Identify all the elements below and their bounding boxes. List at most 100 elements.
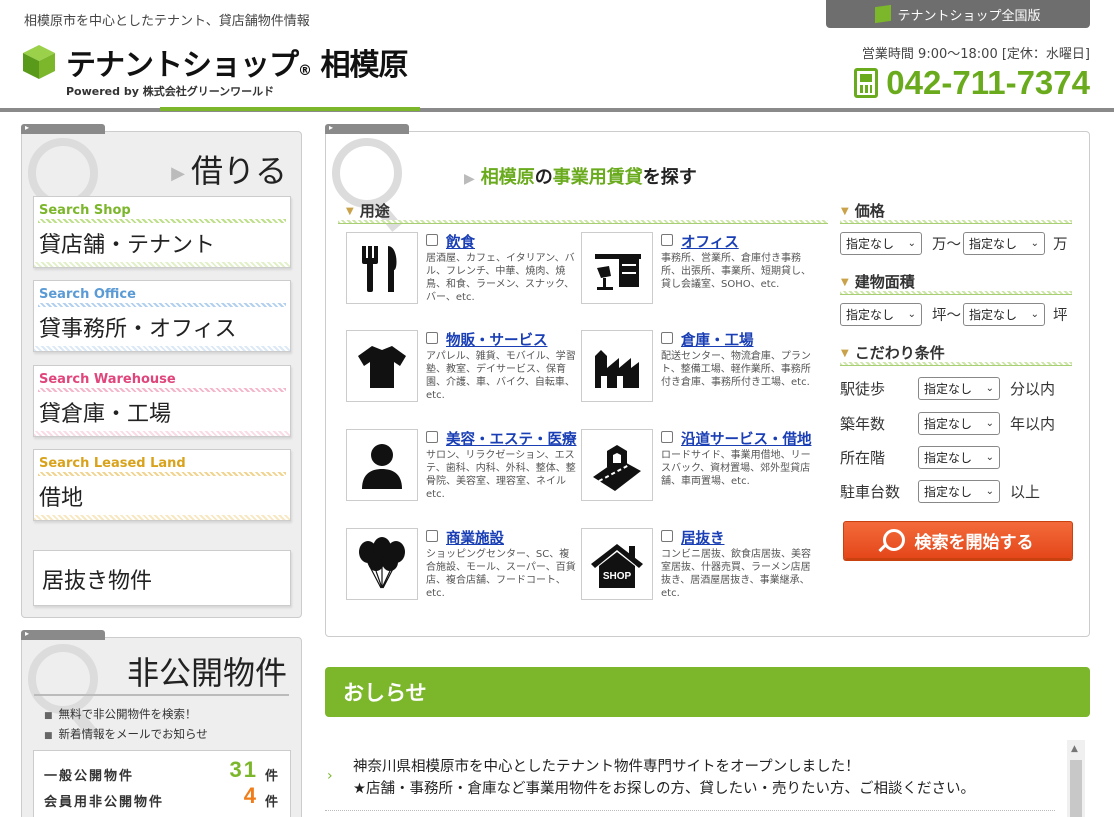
arrow-icon: ▶ — [464, 171, 475, 187]
area-section-label: 建物面積 — [841, 271, 915, 292]
use-link[interactable]: 居抜き — [681, 527, 725, 548]
condition-label: 築年数 — [840, 415, 886, 433]
area-max-select[interactable]: 指定なし ⌄ — [963, 303, 1045, 326]
price-max-select[interactable]: 指定なし ⌄ — [963, 232, 1045, 255]
parking-select[interactable]: 指定なし ⌄ — [918, 480, 1000, 503]
magnifier-watermark-icon — [332, 138, 402, 208]
divider — [325, 810, 1055, 811]
start-search-button[interactable]: 検索を開始する — [843, 521, 1073, 559]
arrow-icon: ▶ — [171, 162, 185, 184]
conditions-section-label: こだわり条件 — [841, 342, 945, 363]
price-min-select[interactable]: 指定なし ⌄ — [840, 232, 922, 255]
floor-select[interactable]: 指定なし ⌄ — [918, 446, 1000, 469]
condition-label: 所在階 — [840, 449, 886, 467]
use-item-beauty[interactable]: 美容・エステ・医療 サロン、リラクゼーション、エステ、歯科、内科、外科、整体、整… — [346, 428, 577, 505]
chevron-down-icon: ⌄ — [907, 309, 916, 320]
scroll-up-icon[interactable]: ▲ — [1071, 744, 1078, 754]
chevron-right-icon: › — [327, 768, 333, 784]
condition-label: 駅徒歩 — [840, 380, 886, 398]
building-age-select[interactable]: 指定なし ⌄ — [918, 412, 1000, 435]
use-link[interactable]: 飲食 — [446, 231, 475, 252]
use-item-commercial[interactable]: 商業施設 ショッピングセンター、SC、複合施設、モール、スーパー、百貨店、複合店… — [346, 528, 576, 604]
use-description: 居酒屋、カフェ、イタリアン、バル、フレンチ、中華、焼肉、焼鳥、和食、ラーメン、ス… — [426, 253, 575, 303]
use-description: コンビニ居抜、飲食店居抜、美容室居抜、什器売買、ラーメン店居抜き、居酒屋居抜き、… — [661, 549, 811, 599]
price-row: 指定なし ⌄ 万～ 指定なし ⌄ 万 — [840, 232, 1068, 255]
public-count: 31 — [229, 757, 258, 782]
use-description: 事務所、営業所、倉庫付き事務所、出張所、事業所、短期貸し、貸し会議室、SOHO、… — [661, 253, 811, 290]
phone-number[interactable]: 042-711-7374 — [854, 64, 1090, 102]
private-benefits-list: 無料で非公開物件を検索！ 新着情報をメールでお知らせ — [44, 706, 208, 746]
use-checkbox[interactable] — [661, 332, 673, 344]
chevron-down-icon: ⌄ — [1030, 309, 1039, 320]
chevron-down-icon: ⌄ — [985, 418, 994, 429]
use-item-inuki[interactable]: SHOP 居抜き コンビニ居抜、飲食店居抜、美容室居抜、什器売買、ラーメン店居抜… — [581, 528, 811, 604]
use-item-roadside[interactable]: 沿道サービス・借地 ロードサイド、事業用借地、リースバック、資材置場、郊外型貸店… — [581, 428, 812, 505]
private-panel: 非公開物件 無料で非公開物件を検索！ 新着情報をメールでお知らせ 一般公開物件 … — [21, 629, 302, 817]
area-row: 指定なし ⌄ 坪～ 指定なし ⌄ 坪 — [840, 303, 1068, 326]
category-shop[interactable]: Search Shop 貸店舗・テナント — [33, 196, 291, 268]
national-site-button[interactable]: テナントショップ全国版 — [826, 0, 1090, 28]
use-link[interactable]: 美容・エステ・医療 — [446, 428, 577, 449]
member-count-row: 会員用非公開物件 4 件 — [44, 783, 280, 810]
use-checkbox[interactable] — [426, 530, 438, 542]
site-tagline: 相模原市を中心としたテナント、貸店舗物件情報 — [24, 14, 310, 29]
panel-tab — [21, 629, 105, 640]
tshirt-icon — [346, 330, 418, 402]
use-link[interactable]: 商業施設 — [446, 527, 504, 548]
news-item-text[interactable]: 神奈川県相模原市を中心としたテナント物件専門サイトをオープンしました！ — [353, 755, 860, 776]
use-checkbox[interactable] — [426, 431, 438, 443]
public-count-row: 一般公開物件 31 件 — [44, 757, 280, 784]
header-accent-line — [160, 107, 420, 111]
factory-icon — [581, 330, 653, 402]
logo-subtitle: Powered by 株式会社グリーンワールド — [66, 85, 275, 98]
use-description: ロードサイド、事業用借地、リースバック、資材置場、郊外型貸店舗、車両置場、etc… — [661, 450, 811, 487]
use-checkbox[interactable] — [661, 530, 673, 542]
balloons-icon — [346, 528, 418, 600]
site-logo[interactable]: テナントショップ® 相模原 — [20, 40, 408, 84]
category-inuki[interactable]: 居抜き物件 — [33, 550, 291, 606]
office-desk-icon — [581, 232, 653, 304]
use-item-warehouse[interactable]: 倉庫・工場 配送センター、物流倉庫、プラント、整備工場、軽作業所、事務所付き倉庫… — [581, 330, 811, 406]
chevron-down-icon: ⌄ — [985, 383, 994, 394]
area-min-select[interactable]: 指定なし ⌄ — [840, 303, 922, 326]
shop-house-icon: SHOP — [581, 528, 653, 600]
use-item-food[interactable]: 飲食 居酒屋、カフェ、イタリアン、バル、フレンチ、中華、焼肉、焼鳥、和食、ラーメ… — [346, 232, 576, 308]
search-icon — [882, 529, 905, 551]
panel-tab — [21, 123, 105, 134]
use-checkbox[interactable] — [661, 431, 673, 443]
rent-heading: ▶ 借りる — [171, 152, 287, 190]
chevron-down-icon: ⌄ — [985, 486, 994, 497]
business-hours: 営業時間 9:00～18:00 [定休：水曜日] — [861, 47, 1090, 62]
category-office[interactable]: Search Office 貸事務所・オフィス — [33, 280, 291, 352]
use-checkbox[interactable] — [661, 234, 673, 246]
use-checkbox[interactable] — [426, 234, 438, 246]
rent-panel: ▶借りる Search Shop 貸店舗・テナント Search Office … — [21, 123, 302, 618]
green-cube-logo-icon — [20, 43, 58, 81]
category-leased-land[interactable]: Search Leased Land 借地 — [33, 449, 291, 521]
cube-icon — [875, 4, 892, 24]
search-panel: ▶相模原の事業用賃貸を探す 用途 飲食 居酒屋、カフェ、イタリアン、バル、フレン… — [325, 123, 1090, 637]
news-list: › 神奈川県相模原市を中心としたテナント物件専門サイトをオープンしました！ ★店… — [325, 740, 1090, 817]
use-link[interactable]: 沿道サービス・借地 — [681, 428, 812, 449]
use-link[interactable]: 倉庫・工場 — [681, 329, 754, 350]
news-scrollbar[interactable]: ▲ — [1067, 740, 1085, 817]
scroll-thumb[interactable] — [1070, 760, 1082, 817]
use-link[interactable]: オフィス — [681, 231, 739, 252]
divider — [34, 694, 289, 696]
chevron-down-icon: ⌄ — [907, 238, 916, 249]
use-item-retail[interactable]: 物販・サービス アパレル、雑貨、モバイル、学習塾、教室、デイサービス、保育園、介… — [346, 330, 576, 406]
use-link[interactable]: 物販・サービス — [446, 329, 548, 350]
use-item-office[interactable]: オフィス 事務所、営業所、倉庫付き事務所、出張所、事業所、短期貸し、貸し会議室、… — [581, 232, 811, 308]
condition-label: 駐車台数 — [840, 483, 901, 501]
property-count-box[interactable]: 一般公開物件 31 件 会員用非公開物件 4 件 — [33, 750, 291, 817]
magnifier-watermark-icon — [28, 644, 98, 714]
walk-time-select[interactable]: 指定なし ⌄ — [918, 377, 1000, 400]
category-warehouse[interactable]: Search Warehouse 貸倉庫・工場 — [33, 365, 291, 437]
phone-icon — [854, 68, 879, 98]
use-description: アパレル、雑貨、モバイル、学習塾、教室、デイサービス、保育園、介護、車、バイク、… — [426, 351, 576, 401]
news-item-text[interactable]: ★店舗・事務所・倉庫など事業用物件をお探しの方、貸したい・売りたい方、ご相談くだ… — [353, 777, 975, 798]
member-count: 4 — [243, 783, 258, 808]
list-item: 無料で非公開物件を検索！ — [44, 706, 208, 722]
use-description: サロン、リラクゼーション、エステ、歯科、内科、外科、整体、整骨院、美容室、理容室… — [426, 450, 576, 500]
use-checkbox[interactable] — [426, 332, 438, 344]
